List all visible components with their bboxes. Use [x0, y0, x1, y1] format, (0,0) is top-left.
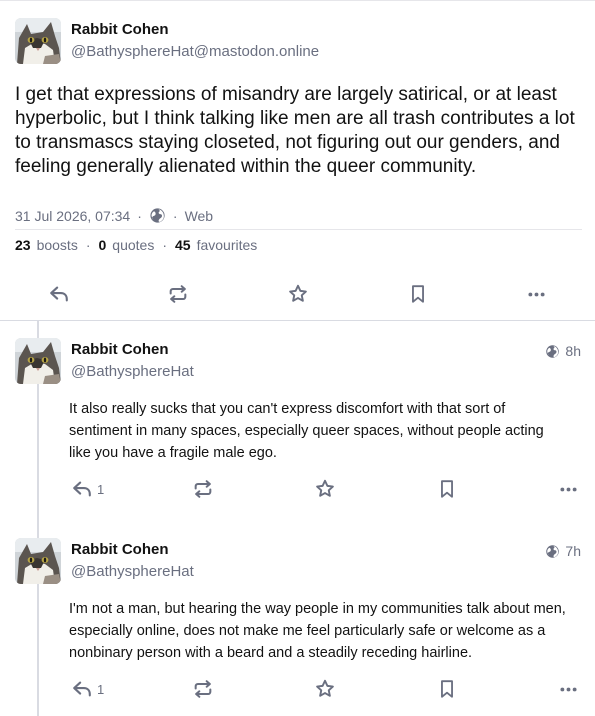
separator: ·	[85, 237, 91, 253]
bookmark-icon	[407, 283, 429, 305]
boost-button[interactable]	[167, 283, 189, 305]
more-icon	[558, 479, 579, 500]
more-button[interactable]	[558, 679, 579, 700]
status-timestamp[interactable]: 31 Jul 2026, 07:34	[15, 208, 130, 224]
avatar[interactable]	[15, 338, 61, 384]
application-name: Web	[184, 207, 214, 224]
globe-icon	[545, 544, 560, 559]
favourites-label: favourites	[196, 237, 258, 253]
more-icon	[526, 284, 547, 305]
separator: ·	[172, 207, 178, 224]
display-name[interactable]: Rabbit Cohen	[71, 21, 169, 38]
reply-icon	[71, 678, 93, 700]
status-stats: 23 boosts · 0 quotes · 45 favourites	[15, 237, 257, 253]
bookmark-icon	[436, 478, 458, 500]
bookmark-button[interactable]	[407, 283, 429, 305]
boosts-label: boosts	[36, 237, 78, 253]
status-content: I'm not a man, but hearing the way peopl…	[69, 601, 566, 661]
globe-icon	[149, 207, 166, 224]
separator: ·	[162, 237, 168, 253]
boost-icon	[167, 283, 189, 305]
account-handle[interactable]: @BathysphereHat@mastodon.online	[71, 43, 319, 60]
time-label: 8h	[565, 343, 581, 359]
globe-icon	[545, 344, 560, 359]
reply-status: Rabbit Cohen @BathysphereHat 8h It also …	[0, 321, 595, 521]
status-content: I get that expressions of misandry are l…	[15, 84, 575, 177]
boost-button[interactable]	[192, 478, 214, 500]
reply-icon	[48, 283, 70, 305]
time-label: 7h	[565, 543, 581, 559]
account-handle[interactable]: @BathysphereHat	[71, 563, 194, 580]
main-status: Rabbit Cohen @BathysphereHat@mastodon.on…	[0, 0, 595, 321]
bookmark-icon	[436, 678, 458, 700]
relative-time[interactable]: 7h	[545, 543, 581, 559]
avatar[interactable]	[15, 538, 61, 584]
reply-button[interactable]	[48, 283, 70, 305]
star-icon	[314, 478, 336, 500]
boost-icon	[192, 678, 214, 700]
boost-icon	[192, 478, 214, 500]
star-icon	[287, 283, 309, 305]
more-button[interactable]	[526, 284, 547, 305]
quotes-label: quotes	[112, 237, 155, 253]
reply-button[interactable]: 1	[71, 478, 104, 500]
display-name[interactable]: Rabbit Cohen	[71, 541, 169, 558]
quotes-count: 0	[98, 237, 107, 253]
reply-icon	[71, 478, 93, 500]
avatar-image	[15, 538, 61, 584]
bookmark-button[interactable]	[436, 678, 458, 700]
bookmark-button[interactable]	[436, 478, 458, 500]
more-button[interactable]	[558, 479, 579, 500]
more-icon	[558, 679, 579, 700]
reply-count: 1	[97, 681, 105, 697]
favourites-count: 45	[175, 237, 191, 253]
quotes-stat[interactable]: 0 quotes	[99, 237, 155, 253]
favourite-button[interactable]	[314, 678, 336, 700]
reply-button[interactable]: 1	[71, 678, 104, 700]
avatar-image	[15, 18, 61, 64]
separator: ·	[137, 207, 142, 224]
status-content: It also really sucks that you can't expr…	[69, 401, 544, 461]
boosts-count: 23	[15, 237, 31, 253]
display-name[interactable]: Rabbit Cohen	[71, 341, 169, 358]
boosts-stat[interactable]: 23 boosts	[15, 237, 78, 253]
avatar[interactable]	[15, 18, 61, 64]
relative-time[interactable]: 8h	[545, 343, 581, 359]
boost-button[interactable]	[192, 678, 214, 700]
favourite-button[interactable]	[314, 478, 336, 500]
star-icon	[314, 678, 336, 700]
status-meta: 31 Jul 2026, 07:34 · · Web	[15, 202, 582, 230]
favourites-stat[interactable]: 45 favourites	[175, 237, 257, 253]
account-handle[interactable]: @BathysphereHat	[71, 363, 194, 380]
avatar-image	[15, 338, 61, 384]
reply-count: 1	[97, 481, 105, 497]
favourite-button[interactable]	[287, 283, 309, 305]
reply-status: Rabbit Cohen @BathysphereHat 7h I'm not …	[0, 521, 595, 716]
